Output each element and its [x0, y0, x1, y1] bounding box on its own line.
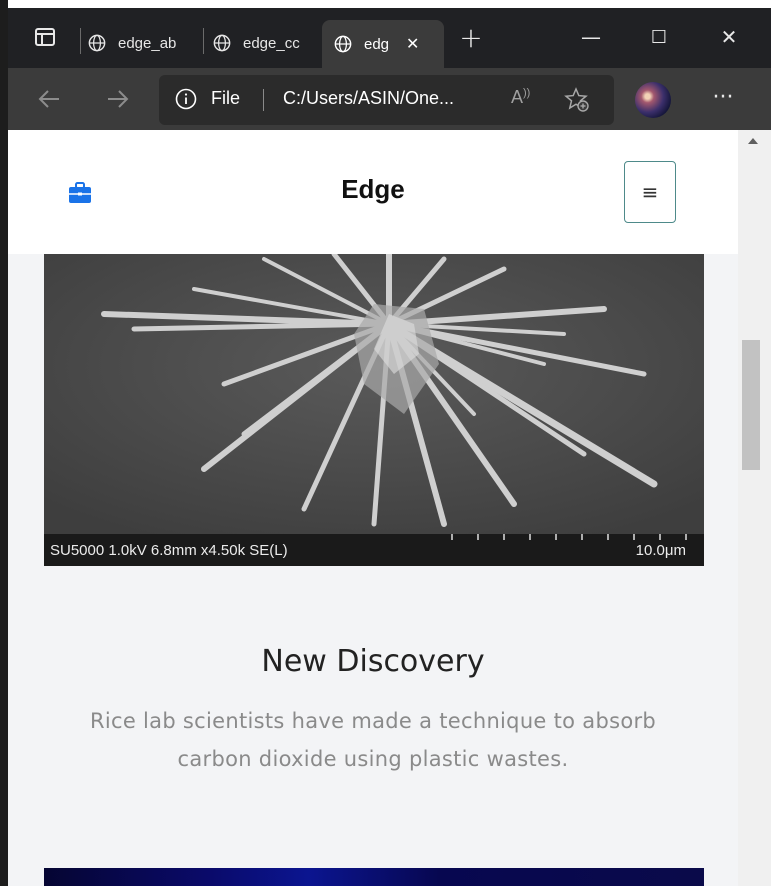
new-tab-icon[interactable]: +	[456, 21, 486, 54]
tab-label: edge_cc	[243, 34, 300, 52]
close-window-icon[interactable]: ✕	[709, 22, 749, 52]
more-menu-icon[interactable]: ···	[708, 82, 738, 112]
site-navbar: Edge ≡	[8, 130, 738, 254]
url-scheme-label: File	[211, 88, 241, 108]
globe-icon	[213, 34, 231, 52]
web-page: Edge ≡ SU5000 1.0kV 6.8mm x4.50k SE(L) 1…	[8, 130, 738, 886]
back-icon[interactable]	[34, 84, 64, 114]
section-description: Rice lab scientists have made a techniqu…	[89, 709, 657, 771]
info-icon[interactable]	[175, 88, 197, 110]
tab-label: edg	[364, 35, 390, 53]
close-tab-icon[interactable]: ✕	[406, 34, 419, 54]
profile-avatar[interactable]	[635, 82, 671, 118]
address-bar[interactable]: File C:/Users/ASIN/One... A))	[159, 75, 614, 125]
maximize-icon[interactable]: ☐	[639, 22, 679, 52]
add-favorite-icon[interactable]	[564, 87, 590, 113]
sem-scale-label: 10.0μm	[635, 542, 686, 559]
navbar-toggler-button[interactable]: ≡	[624, 161, 676, 223]
sem-parameters: SU5000 1.0kV 6.8mm x4.50k SE(L)	[50, 542, 288, 559]
tab-edge-cc[interactable]: edge_cc	[213, 18, 321, 68]
minimize-icon[interactable]: —	[571, 22, 611, 52]
window-left-edge	[0, 0, 8, 886]
hero-sem-image: SU5000 1.0kV 6.8mm x4.50k SE(L) 10.0μm	[44, 254, 704, 566]
tab-edge-ab[interactable]: edge_ab	[88, 18, 198, 68]
tab-separator	[80, 28, 81, 54]
tab-label: edge_ab	[118, 34, 177, 52]
next-card-image	[44, 868, 704, 886]
window-top-edge	[0, 0, 771, 8]
forward-icon[interactable]	[103, 84, 133, 114]
page-scrollbar[interactable]	[738, 130, 771, 886]
globe-icon	[334, 35, 352, 53]
browser-toolbar: File C:/Users/ASIN/One... A)) ···	[8, 68, 771, 130]
section-title: New Discovery	[261, 644, 485, 679]
browser-tab-strip: edge_ab edge_cc edg ✕ + — ☐ ✕	[8, 8, 771, 68]
url-text[interactable]: C:/Users/ASIN/One...	[283, 88, 454, 109]
sem-crystal-image	[44, 254, 704, 534]
hamburger-icon: ≡	[641, 180, 659, 204]
globe-icon	[88, 34, 106, 52]
read-aloud-icon[interactable]: A))	[511, 87, 530, 108]
scroll-up-arrow-icon[interactable]	[748, 138, 758, 144]
tab-separator	[203, 28, 204, 54]
sem-info-bar: SU5000 1.0kV 6.8mm x4.50k SE(L) 10.0μm	[44, 534, 704, 566]
scrollbar-thumb[interactable]	[742, 340, 760, 470]
tab-edge-active[interactable]: edg ✕	[322, 20, 444, 68]
url-separator	[263, 89, 264, 111]
tab-actions-icon[interactable]	[30, 22, 60, 52]
